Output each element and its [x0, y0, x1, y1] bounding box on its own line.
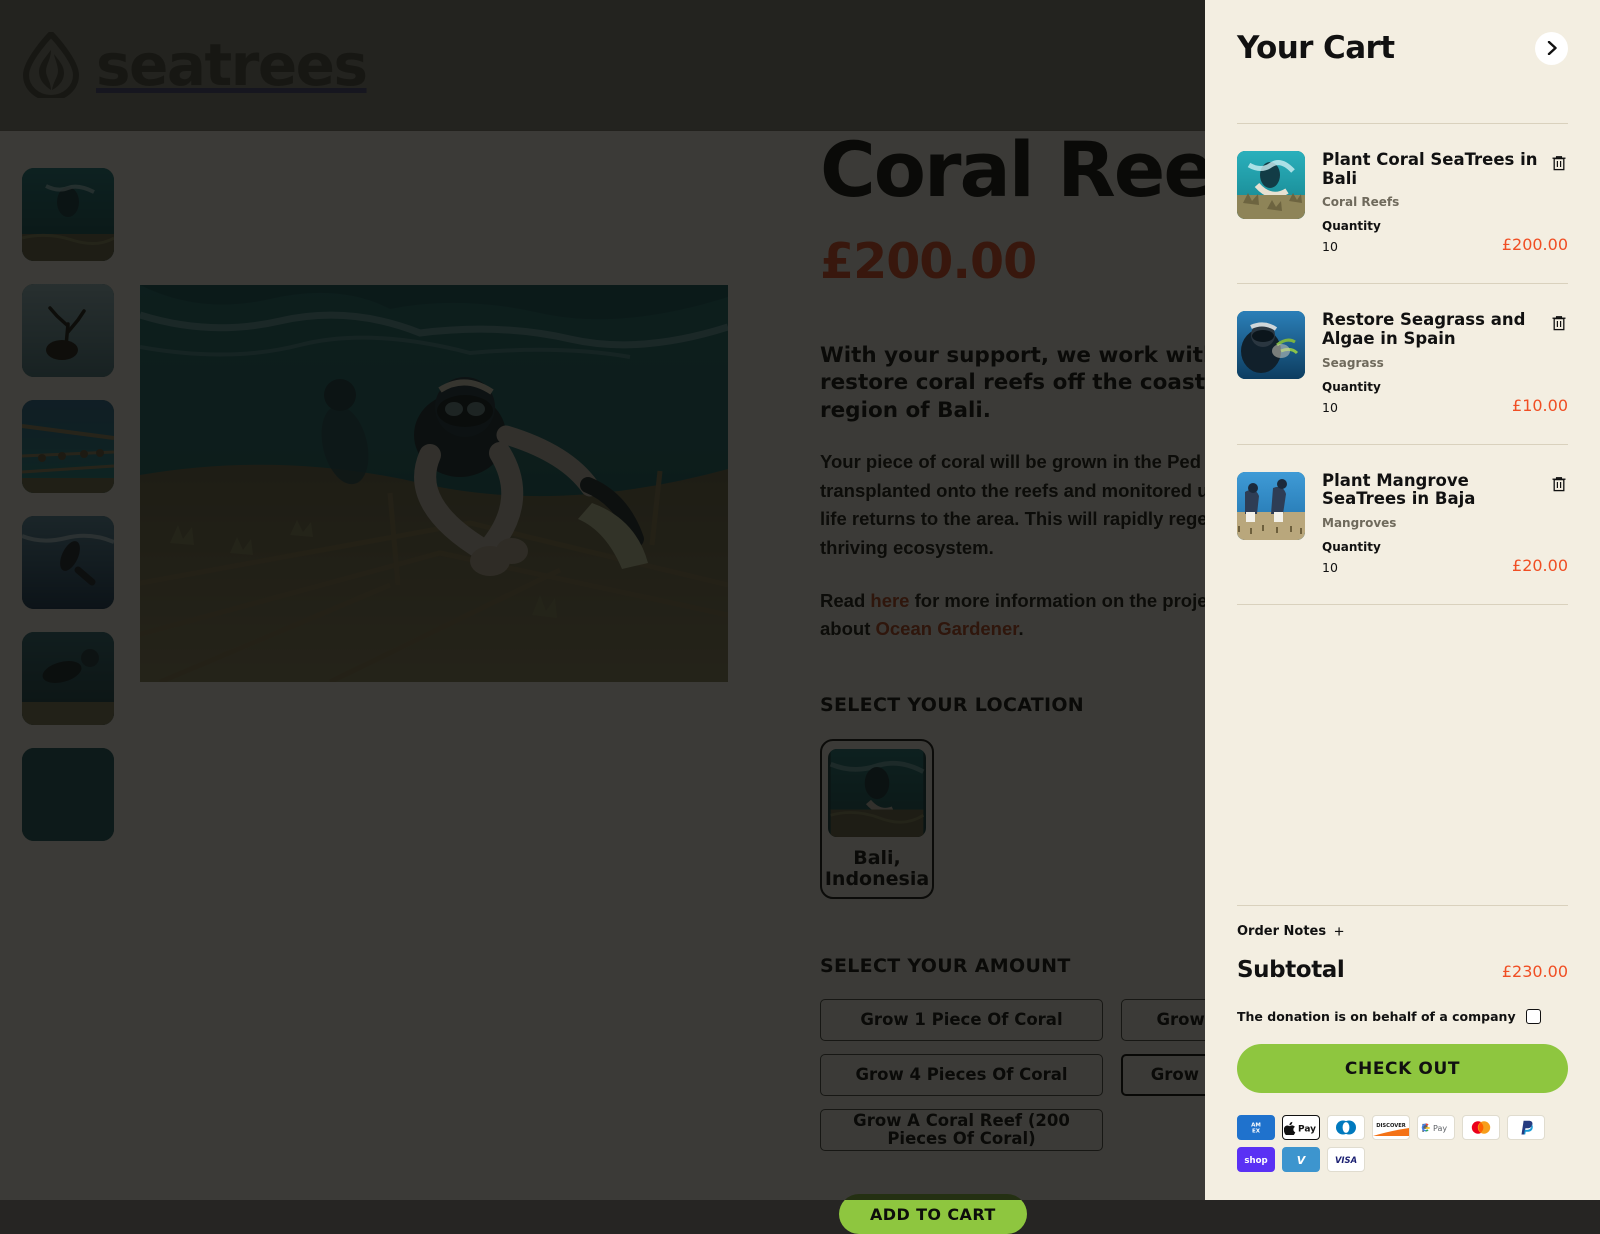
product-thumbnail-rail	[22, 168, 114, 841]
cart-item-meta: Quantity 10 £10.00	[1322, 380, 1568, 415]
cart-item-body: Plant Coral SeaTrees in Bali Coral Reefs…	[1322, 151, 1568, 254]
cart-item-list: Plant Coral SeaTrees in Bali Coral Reefs…	[1237, 124, 1568, 604]
plus-icon: +	[1334, 923, 1344, 940]
read-prefix-text: Read	[820, 590, 870, 611]
company-donation-checkbox[interactable]	[1526, 1009, 1541, 1024]
svg-text:EX: EX	[1252, 1129, 1261, 1135]
cart-item-category: Mangroves	[1322, 516, 1568, 530]
order-notes-label: Order Notes	[1237, 924, 1326, 939]
cart-item-body: Restore Seagrass and Algae in Spain Seag…	[1322, 311, 1568, 414]
mastercard-icon	[1462, 1115, 1500, 1140]
venmo-icon: V	[1282, 1147, 1320, 1172]
brand-name: seatrees	[96, 36, 367, 94]
cart-item-thumbnail	[1237, 311, 1305, 379]
trash-icon[interactable]	[1550, 314, 1568, 332]
cart-item-category: Coral Reefs	[1322, 195, 1568, 209]
order-notes-toggle[interactable]: Order Notes +	[1237, 923, 1568, 940]
cart-drawer: Your Cart Plant Coral SeaTrees in Bali C…	[1205, 0, 1600, 1200]
chevron-right-icon[interactable]	[1535, 32, 1568, 65]
trash-icon[interactable]	[1550, 475, 1568, 493]
product-thumbnail[interactable]	[22, 400, 114, 493]
google-pay-icon: Pay	[1417, 1115, 1455, 1140]
svg-text:VISA: VISA	[1335, 1155, 1357, 1165]
location-option-bali[interactable]: Bali,Indonesia	[820, 739, 934, 899]
subtotal-row: Subtotal £230.00	[1237, 957, 1568, 983]
product-hero-image[interactable]	[140, 285, 728, 682]
company-donation-row: The donation is on behalf of a company	[1237, 1009, 1568, 1024]
subtotal-label: Subtotal	[1237, 957, 1344, 983]
svg-text:Pay: Pay	[1433, 1124, 1447, 1133]
cart-item: Plant Mangrove SeaTrees in Baja Mangrove…	[1237, 444, 1568, 604]
cart-item-price: £200.00	[1502, 235, 1568, 254]
company-donation-label: The donation is on behalf of a company	[1237, 1009, 1516, 1024]
cart-title: Your Cart	[1237, 30, 1394, 66]
droplet-leaf-icon	[22, 32, 80, 98]
product-thumbnail[interactable]	[22, 168, 114, 261]
cart-item: Plant Coral SeaTrees in Bali Coral Reefs…	[1237, 124, 1568, 283]
cart-item-body: Plant Mangrove SeaTrees in Baja Mangrove…	[1322, 472, 1568, 575]
payment-methods: AMEX Pay DISCOVER Pay shop	[1237, 1115, 1547, 1172]
cart-header: Your Cart	[1237, 0, 1568, 66]
amount-option-1[interactable]: Grow 1 Piece Of Coral	[820, 999, 1103, 1041]
cart-item-quantity-value[interactable]: 10	[1322, 560, 1381, 575]
cart-item-quantity-value[interactable]: 10	[1322, 239, 1381, 254]
svg-text:shop: shop	[1244, 1156, 1267, 1166]
diners-club-icon	[1327, 1115, 1365, 1140]
cart-item-thumbnail	[1237, 151, 1305, 219]
cart-item-quantity-label: Quantity	[1322, 380, 1381, 394]
svg-text:V: V	[1297, 1154, 1307, 1167]
cart-item: Restore Seagrass and Algae in Spain Seag…	[1237, 283, 1568, 443]
product-thumbnail[interactable]	[22, 632, 114, 725]
discover-icon: DISCOVER	[1372, 1115, 1410, 1140]
american-express-icon: AMEX	[1237, 1115, 1275, 1140]
location-name: Bali,Indonesia	[825, 848, 929, 889]
product-thumbnail[interactable]	[22, 748, 114, 841]
cart-footer: Order Notes + Subtotal £230.00 The donat…	[1237, 906, 1568, 1200]
product-thumbnail[interactable]	[22, 516, 114, 609]
cart-item-price: £20.00	[1512, 556, 1568, 575]
period-text: .	[1018, 618, 1023, 639]
amount-option-reef[interactable]: Grow A Coral Reef (200 Pieces Of Coral)	[820, 1109, 1103, 1151]
here-link[interactable]: here	[870, 590, 909, 611]
visa-icon: VISA	[1327, 1147, 1365, 1172]
svg-text:Pay: Pay	[1298, 1125, 1316, 1135]
cart-item-quantity-block: Quantity 10	[1322, 540, 1381, 575]
trash-icon[interactable]	[1550, 154, 1568, 172]
cart-item-thumbnail	[1237, 472, 1305, 540]
cart-item-title: Restore Seagrass and Algae in Spain	[1322, 311, 1568, 348]
svg-text:DISCOVER: DISCOVER	[1376, 1123, 1406, 1129]
cart-item-category: Seagrass	[1322, 356, 1568, 370]
product-thumbnail[interactable]	[22, 284, 114, 377]
shop-pay-icon: shop	[1237, 1147, 1275, 1172]
ocean-gardener-link[interactable]: Ocean Gardener	[876, 618, 1019, 639]
cart-item-meta: Quantity 10 £200.00	[1322, 219, 1568, 254]
cart-item-quantity-value[interactable]: 10	[1322, 400, 1381, 415]
checkout-button[interactable]: CHECK OUT	[1237, 1044, 1568, 1093]
cart-item-quantity-block: Quantity 10	[1322, 219, 1381, 254]
cart-item-quantity-label: Quantity	[1322, 540, 1381, 554]
cart-item-quantity-block: Quantity 10	[1322, 380, 1381, 415]
location-thumbnail	[828, 749, 926, 837]
amount-option-4[interactable]: Grow 4 Pieces Of Coral	[820, 1054, 1103, 1096]
cart-item-meta: Quantity 10 £20.00	[1322, 540, 1568, 575]
apple-pay-icon: Pay	[1282, 1115, 1320, 1140]
cart-item-quantity-label: Quantity	[1322, 219, 1381, 233]
add-to-cart-area: ADD TO CART	[820, 1194, 1540, 1234]
brand-logo[interactable]: seatrees	[22, 32, 367, 98]
cart-item-title: Plant Mangrove SeaTrees in Baja	[1322, 472, 1568, 509]
cart-item-title: Plant Coral SeaTrees in Bali	[1322, 151, 1568, 188]
cart-flex-spacer	[1237, 605, 1568, 905]
paypal-icon	[1507, 1115, 1545, 1140]
subtotal-value: £230.00	[1502, 962, 1568, 981]
add-to-cart-button[interactable]: ADD TO CART	[839, 1194, 1027, 1234]
cart-item-price: £10.00	[1512, 396, 1568, 415]
